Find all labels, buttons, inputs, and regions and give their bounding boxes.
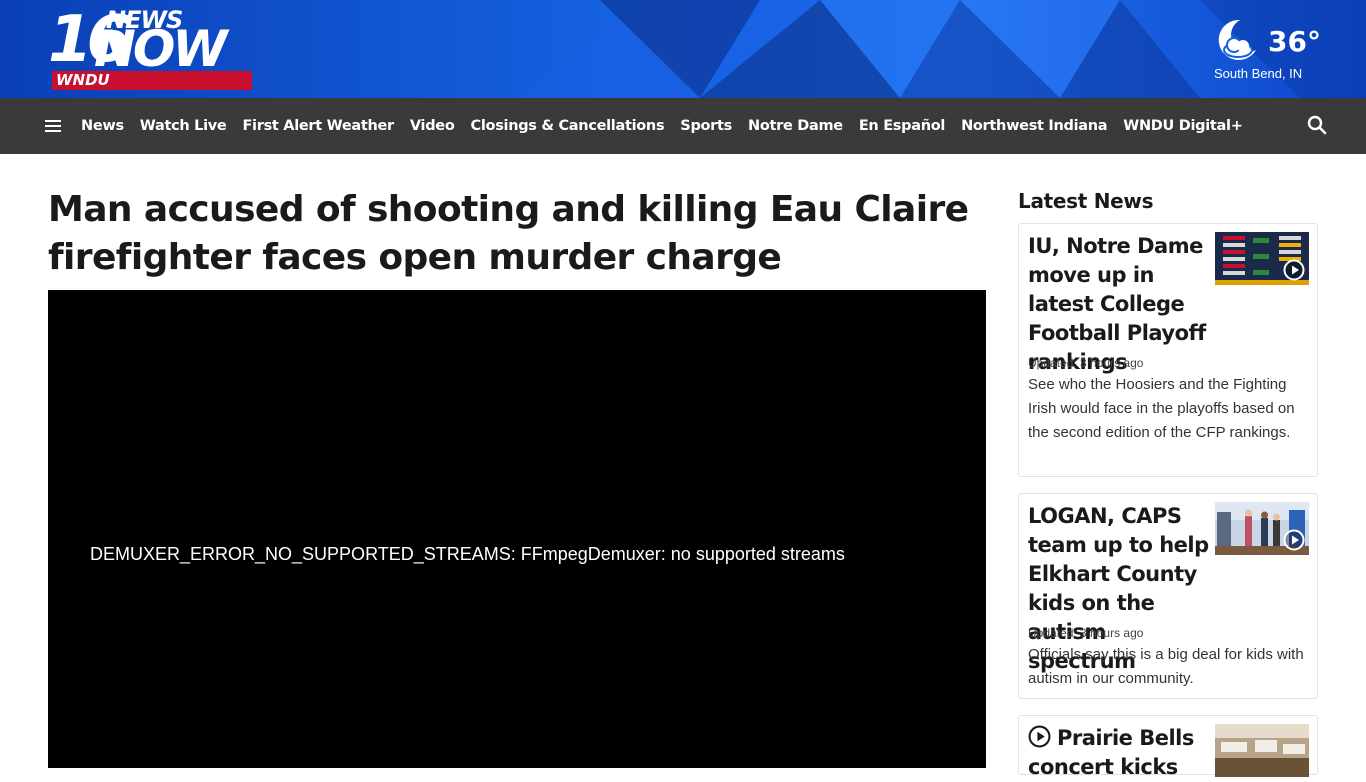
nav-item-northwest-indiana[interactable]: Northwest Indiana bbox=[961, 118, 1108, 134]
updated-label: Updated: bbox=[1028, 356, 1077, 370]
logo-now-text: NOW bbox=[94, 20, 228, 78]
news-card-description: See who the Hoosiers and the Fighting Ir… bbox=[1028, 376, 1295, 441]
nav-item-first-alert-weather[interactable]: First Alert Weather bbox=[242, 118, 394, 134]
weather-widget[interactable]: 36° South Bend, IN bbox=[1206, 14, 1326, 84]
main-nav: News Watch Live First Alert Weather Vide… bbox=[0, 98, 1366, 154]
updated-time: 3 hours ago bbox=[1080, 626, 1144, 640]
nav-item-closings[interactable]: Closings & Cancellations bbox=[471, 118, 665, 134]
news-card[interactable]: Prairie Bells concert kicks bbox=[1018, 715, 1318, 779]
logo-call-letters: WNDU bbox=[56, 71, 110, 89]
updated-time: 3 hours ago bbox=[1080, 356, 1144, 370]
weather-location: South Bend, IN bbox=[1214, 66, 1303, 81]
news-card-thumbnail[interactable] bbox=[1215, 724, 1309, 777]
site-logo[interactable]: 16 NEWS NOW WNDU bbox=[48, 8, 263, 92]
site-header: 16 NEWS NOW WNDU 36° South Bend, IN bbox=[0, 0, 1366, 98]
logo-band: WNDU bbox=[52, 71, 252, 90]
weather-temperature: 36° bbox=[1268, 25, 1321, 58]
news-card-title: Prairie Bells concert kicks bbox=[1028, 726, 1194, 779]
moon-cloud-icon bbox=[1218, 19, 1256, 60]
updated-label: Updated: bbox=[1028, 626, 1077, 640]
sidebar-title: Latest News bbox=[1018, 189, 1154, 213]
nav-list: News Watch Live First Alert Weather Vide… bbox=[81, 98, 1259, 154]
nav-item-sports[interactable]: Sports bbox=[680, 118, 732, 134]
concert-thumbnail-image bbox=[1215, 724, 1309, 777]
nav-item-news[interactable]: News bbox=[81, 118, 124, 134]
article-headline: Man accused of shooting and killing Eau … bbox=[48, 189, 969, 278]
video-error-message: DEMUXER_ERROR_NO_SUPPORTED_STREAMS: FFmp… bbox=[90, 544, 845, 564]
nav-item-en-espanol[interactable]: En Español bbox=[859, 118, 946, 134]
video-player[interactable]: DEMUXER_ERROR_NO_SUPPORTED_STREAMS: FFmp… bbox=[48, 290, 986, 768]
news-card-title-wrap[interactable]: Prairie Bells concert kicks bbox=[1028, 724, 1218, 782]
news-card-thumbnail[interactable] bbox=[1215, 232, 1309, 285]
news-card[interactable]: LOGAN, CAPS team up to help Elkhart Coun… bbox=[1018, 493, 1318, 699]
nav-item-video[interactable]: Video bbox=[410, 118, 455, 134]
nav-item-notre-dame[interactable]: Notre Dame bbox=[748, 118, 843, 134]
news-card-updated: Updated: 3 hours ago bbox=[1028, 626, 1143, 640]
play-icon bbox=[1283, 529, 1305, 551]
nav-item-wndu-digital[interactable]: WNDU Digital+ bbox=[1123, 118, 1243, 134]
news-card-updated: Updated: 3 hours ago bbox=[1028, 356, 1143, 370]
search-icon[interactable] bbox=[1306, 114, 1328, 136]
news-card-thumbnail[interactable] bbox=[1215, 502, 1309, 555]
play-icon bbox=[1283, 259, 1305, 281]
news-card-description: Officials say this is a big deal for kid… bbox=[1028, 646, 1304, 687]
nav-item-watch-live[interactable]: Watch Live bbox=[140, 118, 227, 134]
video-play-icon bbox=[1028, 725, 1051, 748]
news-card[interactable]: IU, Notre Dame move up in latest College… bbox=[1018, 223, 1318, 477]
hamburger-menu-icon[interactable] bbox=[44, 117, 62, 135]
